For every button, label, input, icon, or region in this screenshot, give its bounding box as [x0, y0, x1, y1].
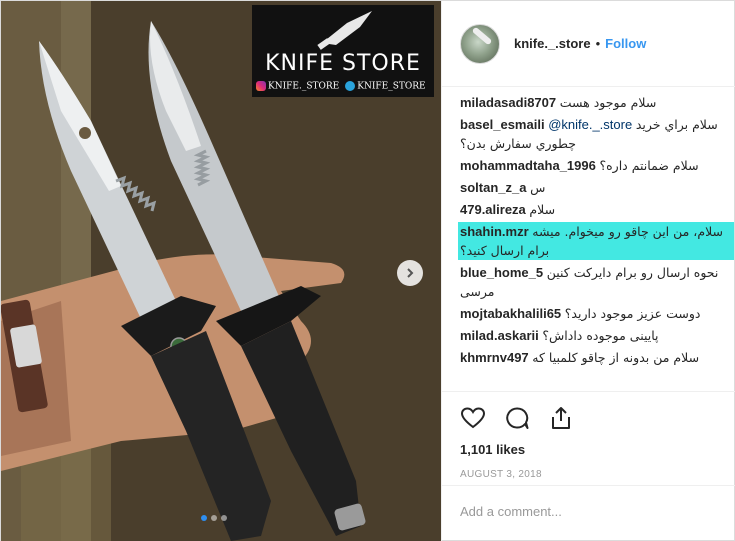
action-icons [460, 400, 719, 436]
share-icon[interactable] [548, 406, 574, 430]
comment-text: پايینی موجوده داداش؟ [542, 328, 659, 343]
watermark-title: KNIFE STORE [265, 51, 421, 76]
comment-mention[interactable]: @knife._.store [548, 117, 632, 132]
comment-text: سلام براي خريد [635, 117, 718, 132]
comment-item: blue_home_5 نحوه ارسال رو برام دایرکت کن… [460, 263, 728, 301]
comment-username[interactable]: shahin.mzr [460, 224, 529, 239]
comment-item: mohammadtaha_1996 سلام ضمانتم داره؟ [460, 156, 728, 175]
comment-username[interactable]: khmrnv497 [460, 350, 529, 365]
comment-item: mojtabakhalili65 دوست عزيز موجود داريد؟ [460, 304, 728, 323]
comment-text: نحوه ارسال رو برام دایرکت کنین [546, 265, 719, 280]
comment-text: سلام، من این چاقو رو میخوام. میشه [532, 224, 724, 239]
comment-username[interactable]: basel_esmaili [460, 117, 545, 132]
comment-username[interactable]: blue_home_5 [460, 265, 543, 280]
telegram-handle: KNIFE_STORE [357, 81, 426, 92]
header-separator: • [595, 36, 601, 51]
watermark-telegram: KNIFE_STORE [345, 81, 426, 92]
instagram-post: KNIFE STORE KNIFE._STORE KNIFE_STORE kni… [0, 0, 735, 541]
comment-item-highlighted: shahin.mzr سلام، من این چاقو رو میخوام. … [458, 222, 734, 260]
username-link[interactable]: knife._.store [514, 36, 591, 51]
comment-username[interactable]: 479.alireza [460, 202, 526, 217]
comments-list[interactable]: miladasadi8707 سلام موجود هست basel_esma… [442, 87, 735, 384]
comment-text-line2: چطوري سفارش بدن؟ [460, 136, 576, 151]
like-count[interactable]: 1,101 likes [460, 442, 719, 457]
post-actions: 1,101 likes AUGUST 3, 2018 [442, 391, 735, 480]
comment-text: دوست عزيز موجود داريد؟ [564, 306, 701, 321]
post-header: knife._.store • Follow [442, 1, 735, 87]
carousel-dots [201, 515, 227, 521]
post-photo[interactable]: KNIFE STORE KNIFE._STORE KNIFE_STORE [1, 1, 441, 541]
comment-username[interactable]: mojtabakhalili65 [460, 306, 561, 321]
carousel-dot-3[interactable] [221, 515, 227, 521]
comment-item: 479.alireza سلام [460, 200, 728, 219]
comment-text-line2: برام ارسال کنید؟ [460, 243, 550, 258]
store-watermark: KNIFE STORE KNIFE._STORE KNIFE_STORE [252, 5, 434, 97]
knife-logo-icon [317, 11, 372, 50]
telegram-icon [345, 81, 356, 91]
comment-text: سلام ضمانتم داره؟ [599, 158, 699, 173]
avatar[interactable] [460, 23, 500, 64]
comment-text: سلام من بدونه از چاقو کلمبیا که [532, 350, 700, 365]
chevron-right-icon [407, 268, 414, 278]
carousel-dot-1[interactable] [201, 515, 207, 521]
post-side-panel: knife._.store • Follow miladasadi8707 سل… [441, 1, 735, 541]
watermark-instagram: KNIFE._STORE [256, 81, 339, 92]
comment-username[interactable]: milad.askarii [460, 328, 539, 343]
comment-text: سلام [529, 202, 556, 217]
comment-text: س [530, 180, 546, 195]
comment-username[interactable]: mohammadtaha_1996 [460, 158, 596, 173]
carousel-dot-2[interactable] [211, 515, 217, 521]
comment-text: سلام موجود هست [559, 95, 657, 110]
instagram-icon [256, 81, 266, 91]
comment-item: khmrnv497 سلام من بدونه از چاقو کلمبیا ک… [460, 348, 728, 367]
comment-item: soltan_z_a س [460, 178, 728, 197]
heart-icon[interactable] [460, 406, 486, 430]
instagram-handle: KNIFE._STORE [268, 81, 340, 92]
watermark-handles: KNIFE._STORE KNIFE_STORE [256, 81, 432, 92]
comment-item: milad.askarii پايینی موجوده داداش؟ [460, 326, 728, 345]
comment-item: basel_esmaili @knife._.store سلام براي خ… [460, 115, 728, 153]
comment-username[interactable]: soltan_z_a [460, 180, 526, 195]
comment-text-line2: مرسی [460, 284, 495, 299]
carousel-next-button[interactable] [397, 260, 423, 286]
comment-item: miladasadi8707 سلام موجود هست [460, 93, 728, 112]
follow-button[interactable]: Follow [605, 36, 646, 51]
comment-icon[interactable] [504, 406, 530, 430]
comment-username[interactable]: miladasadi8707 [460, 95, 556, 110]
post-date: AUGUST 3, 2018 [460, 469, 542, 480]
add-comment-input[interactable]: Add a comment... [442, 485, 735, 541]
